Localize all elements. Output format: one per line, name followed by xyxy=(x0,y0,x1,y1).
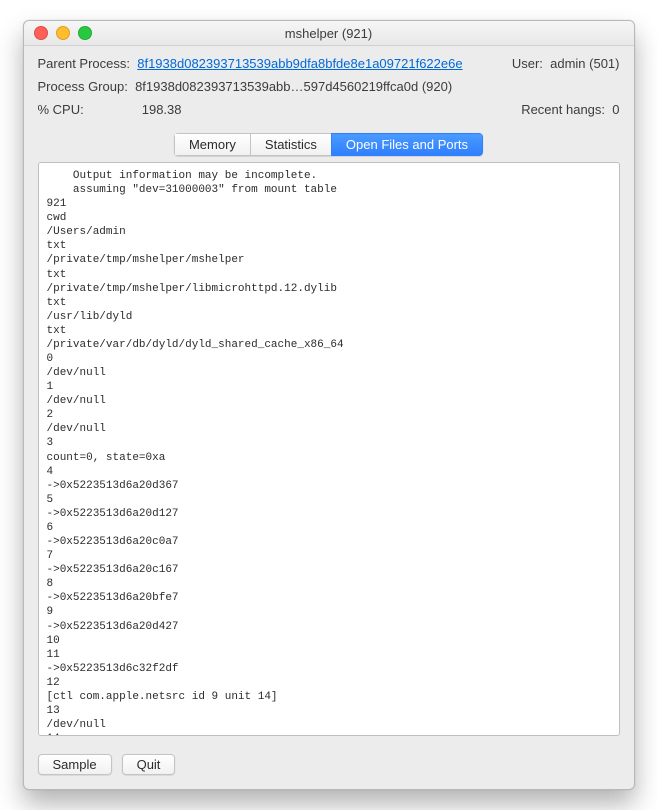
tab-open-files-and-ports[interactable]: Open Files and Ports xyxy=(331,133,483,156)
cpu-value: 198.38 xyxy=(142,102,182,117)
process-group-label: Process Group: xyxy=(38,79,128,94)
tab-bar: Memory Statistics Open Files and Ports xyxy=(24,133,634,156)
recent-hangs-value: 0 xyxy=(612,102,619,117)
process-group-value: 8f1938d082393713539abb…597d4560219ffca0d… xyxy=(135,79,452,94)
zoom-icon[interactable] xyxy=(78,26,92,40)
cpu-label: % CPU: xyxy=(38,102,84,117)
minimize-icon[interactable] xyxy=(56,26,70,40)
window-frame: mshelper (921) Parent Process: 8f1938d08… xyxy=(23,20,635,790)
window-title: mshelper (921) xyxy=(24,26,634,41)
titlebar: mshelper (921) xyxy=(24,21,634,46)
parent-process-link[interactable]: 8f1938d082393713539abb9dfa8bfde8e1a09721… xyxy=(137,56,462,71)
user-value: admin (501) xyxy=(550,56,619,71)
parent-process-label: Parent Process: xyxy=(38,56,131,71)
recent-hangs-label: Recent hangs: xyxy=(521,102,605,117)
open-files-text-pane[interactable]: Output information may be incomplete. as… xyxy=(38,162,620,736)
tab-memory[interactable]: Memory xyxy=(174,133,250,156)
traffic-lights xyxy=(34,26,92,40)
quit-button[interactable]: Quit xyxy=(122,754,176,775)
sample-button[interactable]: Sample xyxy=(38,754,112,775)
user-label: User: xyxy=(512,56,543,71)
info-panel: Parent Process: 8f1938d082393713539abb9d… xyxy=(24,46,634,131)
close-icon[interactable] xyxy=(34,26,48,40)
footer-buttons: Sample Quit xyxy=(24,746,634,789)
tab-statistics[interactable]: Statistics xyxy=(250,133,331,156)
open-files-text: Output information may be incomplete. as… xyxy=(47,169,611,736)
